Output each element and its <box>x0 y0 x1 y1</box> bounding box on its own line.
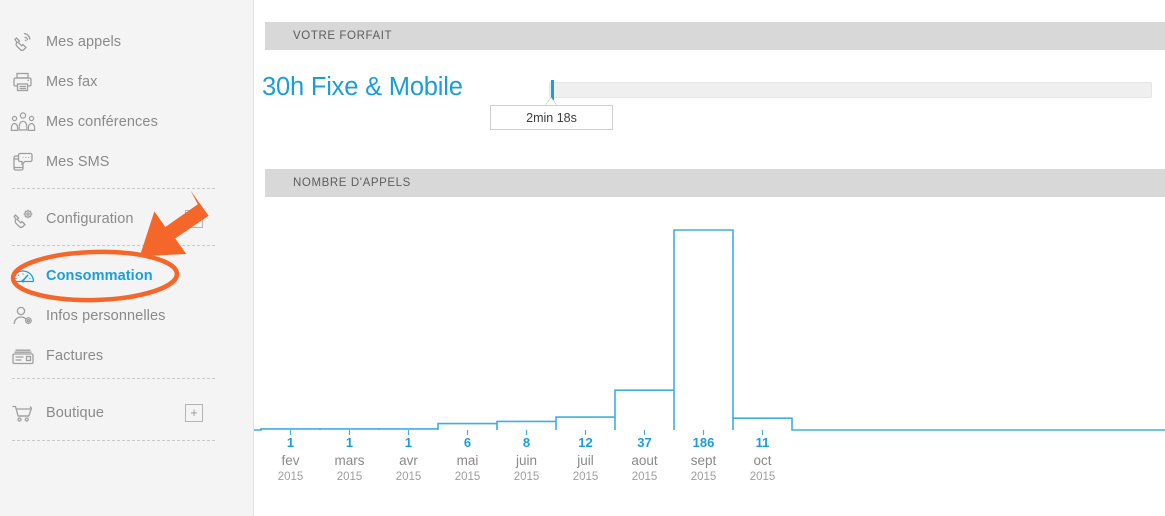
page-root: Mes appels Mes fax Mes conférences Mes S… <box>0 0 1165 516</box>
sidebar-item-label: Configuration <box>46 211 134 227</box>
plan-title: 30h Fixe & Mobile <box>262 73 463 101</box>
chart-year-label: 2015 <box>454 471 481 483</box>
chart-value-label: 37 <box>637 435 652 450</box>
sidebar-item-label: Mes SMS <box>46 154 110 170</box>
chart-value-label: 1 <box>404 435 413 450</box>
sidebar-item-mes-conferences[interactable]: Mes conférences <box>0 102 253 142</box>
sidebar-item-label: Mes conférences <box>46 114 158 130</box>
plan-progress-bar <box>549 82 1152 98</box>
chart-value-label: 8 <box>522 435 531 450</box>
chart-value-label: 12 <box>578 435 593 450</box>
chart-year-label: 2015 <box>631 471 658 483</box>
sidebar-item-label: Boutique <box>46 405 105 421</box>
chart-value-label: 186 <box>692 435 715 450</box>
section-header-votre-forfait: VOTRE FORFAIT <box>265 22 1165 50</box>
section-header-nombre-dappels: NOMBRE D'APPELS <box>265 169 1165 197</box>
calls-chart: 1 fev 2015 1 mars 2015 1 avr 2015 6 mai 2015 8 juin 20… <box>254 200 1165 483</box>
sidebar-divider <box>12 440 215 441</box>
chart-month-label: juil <box>577 453 594 468</box>
phone-gear-icon <box>0 206 46 232</box>
phone-waves-icon <box>0 29 46 55</box>
chart-year-label: 2015 <box>749 471 776 483</box>
chart-year-label: 2015 <box>513 471 540 483</box>
section-header-label: NOMBRE D'APPELS <box>293 177 411 189</box>
sidebar-item-mes-fax[interactable]: Mes fax <box>0 62 253 102</box>
chart-value-label: 1 <box>286 435 295 450</box>
chart-month-label: sept <box>690 453 717 468</box>
chart-month-label: fev <box>281 453 300 468</box>
phone-chat-icon <box>0 149 46 175</box>
chart-month-label: mai <box>456 453 479 468</box>
user-gear-icon <box>0 303 46 329</box>
calls-chart-svg <box>254 229 1165 435</box>
sidebar-item-label: Factures <box>46 348 104 364</box>
sidebar: Mes appels Mes fax Mes conférences Mes S… <box>0 0 254 516</box>
shopping-cart-icon <box>0 400 46 426</box>
chart-value-label: 6 <box>463 435 472 450</box>
expand-boutique-button[interactable]: + <box>185 404 203 422</box>
plan-progress-marker <box>551 80 555 100</box>
plan-usage-tooltip: 2min 18s <box>490 105 613 130</box>
chart-year-label: 2015 <box>277 471 304 483</box>
people-group-icon <box>0 109 46 135</box>
chart-year-label: 2015 <box>336 471 363 483</box>
chart-value-label: 1 <box>345 435 354 450</box>
chart-month-label: juin <box>515 453 537 468</box>
sidebar-item-mes-appels[interactable]: Mes appels <box>0 22 253 62</box>
chart-month-label: aout <box>631 453 658 468</box>
invoice-icon <box>0 343 46 369</box>
chart-step-line <box>254 229 1165 431</box>
sidebar-item-label: Consommation <box>46 268 153 284</box>
chart-month-label: avr <box>399 453 418 468</box>
sidebar-divider <box>12 378 215 379</box>
gauge-icon <box>0 263 46 289</box>
sidebar-item-factures[interactable]: Factures <box>0 336 253 376</box>
main-content: VOTRE FORFAIT 30h Fixe & Mobile 2min 18s… <box>254 0 1165 516</box>
chart-year-label: 2015 <box>572 471 599 483</box>
chart-month-label: oct <box>753 453 772 468</box>
sidebar-item-infos-personnelles[interactable]: Infos personnelles <box>0 296 253 336</box>
sidebar-divider <box>12 245 215 246</box>
sidebar-divider <box>12 188 215 189</box>
chart-year-label: 2015 <box>395 471 422 483</box>
sidebar-item-label: Infos personnelles <box>46 308 166 324</box>
sidebar-item-mes-sms[interactable]: Mes SMS <box>0 142 253 182</box>
section-header-label: VOTRE FORFAIT <box>293 30 393 42</box>
chart-value-label: 11 <box>755 435 770 450</box>
sidebar-item-consommation[interactable]: Consommation <box>0 256 253 296</box>
chart-month-label: mars <box>334 453 365 468</box>
expand-configuration-button[interactable]: + <box>185 210 203 228</box>
sidebar-item-label: Mes fax <box>46 74 98 90</box>
chart-year-label: 2015 <box>690 471 717 483</box>
sidebar-item-label: Mes appels <box>46 34 122 50</box>
printer-icon <box>0 69 46 95</box>
sidebar-item-configuration[interactable]: Configuration + <box>0 199 253 239</box>
sidebar-item-boutique[interactable]: Boutique + <box>0 393 253 433</box>
